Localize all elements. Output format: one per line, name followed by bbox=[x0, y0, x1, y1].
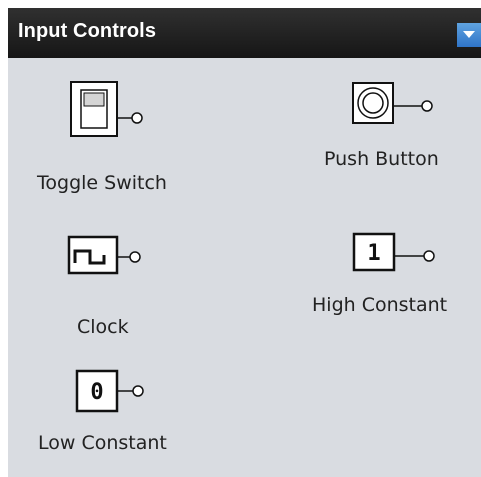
push-button-item[interactable]: Push Button bbox=[308, 80, 481, 200]
panel-header: Input Controls bbox=[8, 8, 481, 58]
low-constant-label: Low Constant bbox=[38, 432, 167, 454]
chevron-down-icon bbox=[463, 31, 475, 38]
toggle-switch-label: Toggle Switch bbox=[37, 172, 167, 194]
high-constant-label: High Constant bbox=[312, 294, 448, 316]
low-constant-symbol: 0 bbox=[90, 380, 103, 405]
push-button-label: Push Button bbox=[324, 148, 439, 170]
low-constant-item[interactable]: 0 Low Constant bbox=[8, 368, 208, 468]
input-controls-panel: Input Controls Toggle Switch Push Button bbox=[8, 8, 481, 477]
toggle-switch-item[interactable]: Toggle Switch bbox=[8, 80, 208, 200]
high-constant-symbol: 1 bbox=[367, 241, 380, 266]
push-button-icon bbox=[352, 82, 433, 124]
panel-menu-button[interactable] bbox=[457, 23, 481, 47]
clock-item[interactable]: Clock bbox=[8, 230, 208, 340]
panel-title: Input Controls bbox=[18, 20, 157, 42]
high-constant-item[interactable]: 1 High Constant bbox=[308, 230, 481, 330]
clock-label: Clock bbox=[77, 316, 129, 338]
